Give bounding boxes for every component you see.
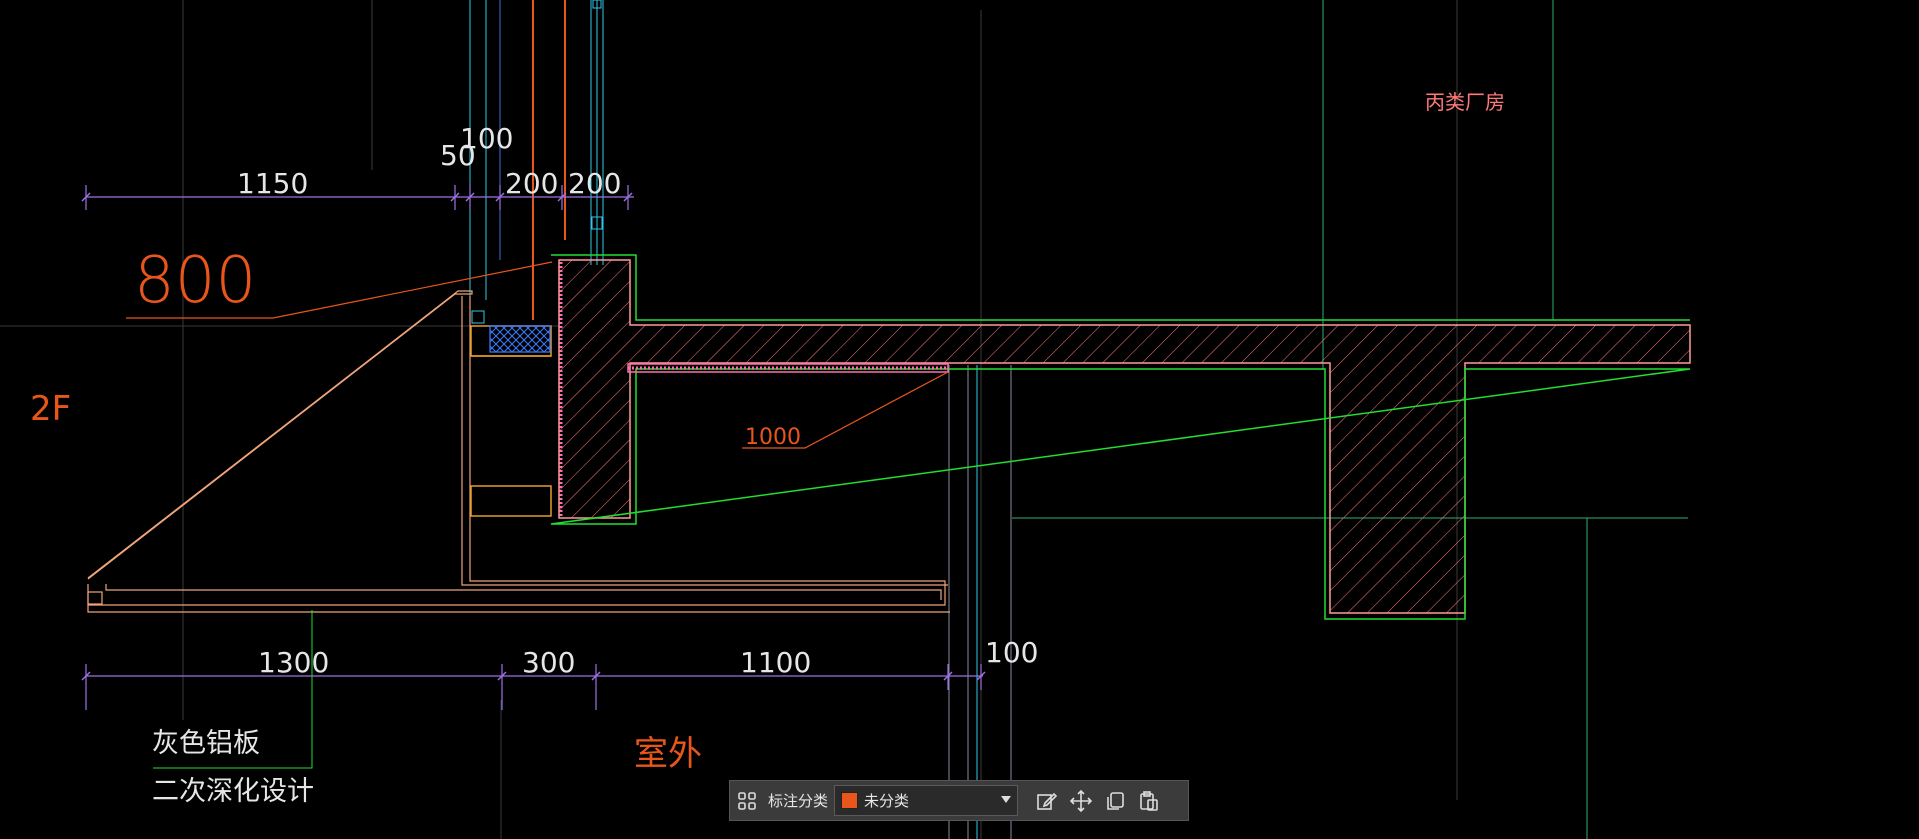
curtain-wall-lines	[469, 0, 1012, 839]
annotation-toolbar: 标注分类 未分类	[729, 780, 1189, 821]
category-color-swatch	[841, 792, 859, 809]
cad-canvas[interactable]: 1150 50 100 200 200 1300 300 1100 100 80…	[0, 0, 1919, 839]
dim-200-right: 200	[568, 167, 621, 200]
insulation-block	[489, 325, 551, 353]
sub-frames	[470, 325, 552, 517]
category-dropdown[interactable]: 未分类	[834, 785, 1019, 816]
outside-label: 室外	[634, 734, 702, 774]
small-bracket	[471, 310, 485, 324]
dim-1300: 1300	[258, 646, 329, 679]
chevron-down-icon	[1001, 796, 1012, 803]
level-label: 2F	[30, 389, 71, 429]
leader-label-1000: 1000	[745, 425, 801, 450]
reference-lines	[0, 0, 1458, 839]
dim-1100: 1100	[740, 646, 811, 679]
dim-100-bottom: 100	[985, 636, 1038, 669]
concrete-structure	[550, 254, 1691, 620]
leader-label-800: 800	[134, 244, 256, 318]
dim-100-top: 100	[460, 122, 513, 155]
dim-200-left: 200	[505, 167, 558, 200]
material-label: 灰色铝板	[152, 728, 260, 759]
dim-300: 300	[522, 646, 575, 679]
edit-icon[interactable]	[1030, 784, 1064, 818]
move-icon[interactable]	[1064, 784, 1098, 818]
material-note: 二次深化设计	[152, 776, 314, 807]
dim-1150: 1150	[237, 167, 308, 200]
copy-icon[interactable]	[1098, 784, 1132, 818]
building-type-label: 丙类厂房	[1425, 90, 1505, 114]
grid-icon[interactable]	[730, 784, 764, 818]
paste-icon[interactable]	[1132, 784, 1166, 818]
category-selected-value: 未分类	[864, 792, 910, 810]
category-label: 标注分类	[768, 792, 829, 810]
